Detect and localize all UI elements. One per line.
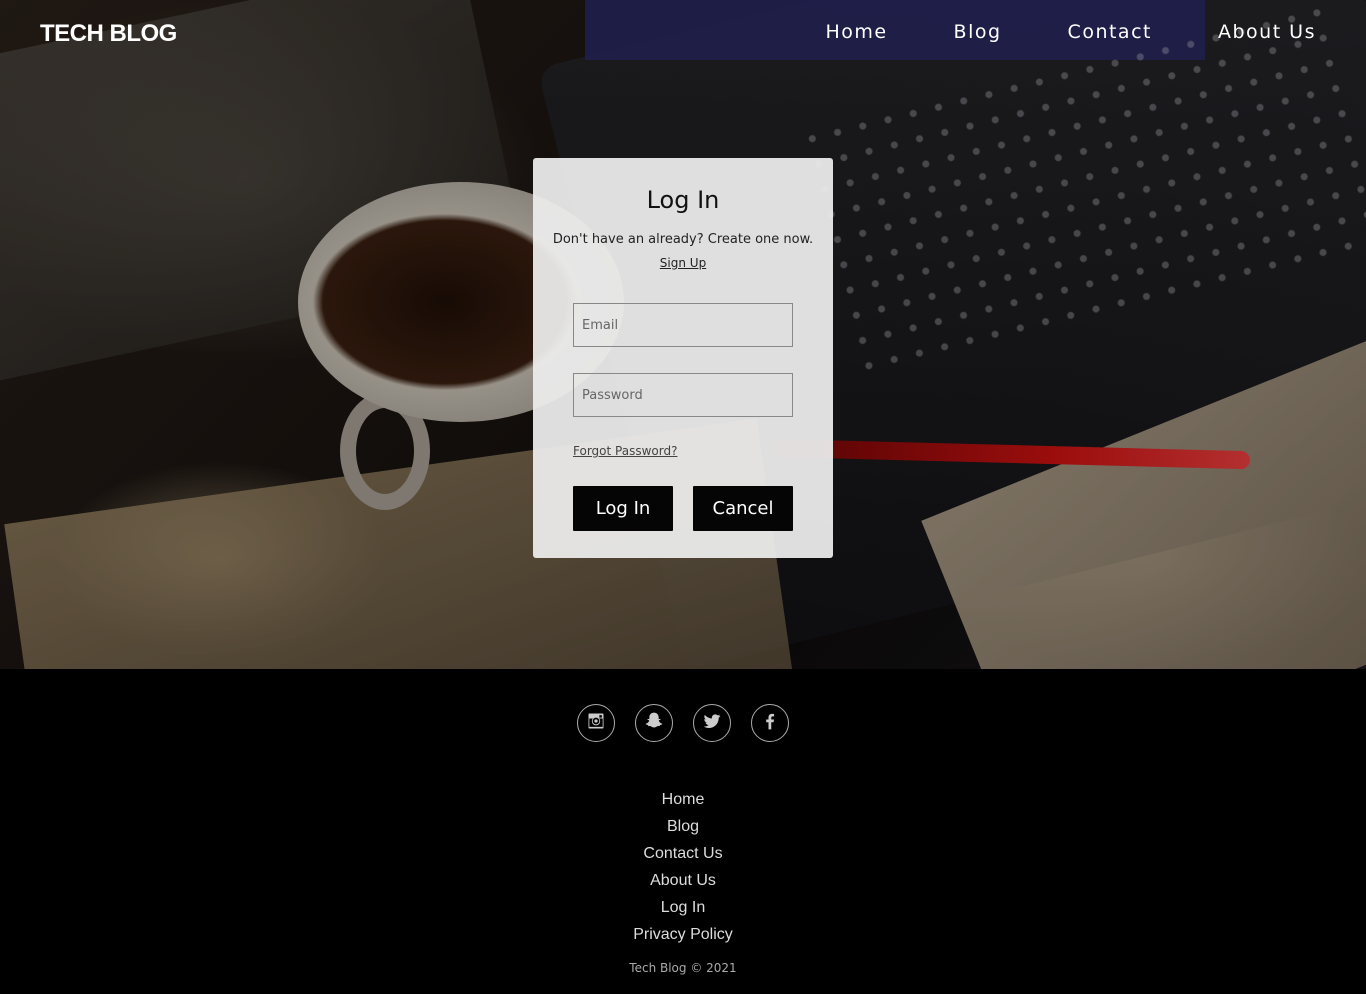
site-footer: Home Blog Contact Us About Us Log In Pri…: [0, 669, 1366, 994]
nav-about-us[interactable]: About Us: [1218, 20, 1316, 44]
cancel-button[interactable]: Cancel: [693, 486, 793, 531]
email-field[interactable]: [573, 303, 793, 347]
footer-link-privacy-policy[interactable]: Privacy Policy: [0, 921, 1366, 948]
footer-link-about-us[interactable]: About Us: [0, 867, 1366, 894]
login-card: Log In Don't have an already? Create one…: [533, 158, 833, 558]
facebook-button[interactable]: [751, 704, 789, 742]
site-logo[interactable]: TECH BLOG: [40, 20, 177, 48]
password-field[interactable]: [573, 373, 793, 417]
login-subtitle: Don't have an already? Create one now.: [552, 232, 814, 247]
login-title: Log In: [646, 186, 720, 214]
footer-link-log-in[interactable]: Log In: [0, 894, 1366, 921]
main-nav: Home Blog Contact About Us: [825, 20, 1366, 44]
footer-link-contact-us[interactable]: Contact Us: [0, 840, 1366, 867]
snapchat-icon: [644, 711, 664, 735]
footer-link-blog[interactable]: Blog: [0, 813, 1366, 840]
forgot-password-link[interactable]: Forgot Password?: [573, 444, 677, 458]
nav-home[interactable]: Home: [825, 20, 887, 44]
nav-blog[interactable]: Blog: [954, 20, 1002, 44]
social-links: [0, 704, 1366, 742]
snapchat-button[interactable]: [635, 704, 673, 742]
footer-links: Home Blog Contact Us About Us Log In Pri…: [0, 786, 1366, 948]
hero-background: TECH BLOG Home Blog Contact About Us Log…: [0, 0, 1366, 669]
footer-link-home[interactable]: Home: [0, 786, 1366, 813]
instagram-icon: [586, 711, 606, 735]
twitter-icon: [702, 711, 722, 735]
twitter-button[interactable]: [693, 704, 731, 742]
copyright-text: Tech Blog © 2021: [629, 961, 737, 975]
nav-contact[interactable]: Contact: [1068, 20, 1152, 44]
login-button[interactable]: Log In: [573, 486, 673, 531]
signup-link[interactable]: Sign Up: [533, 256, 833, 270]
facebook-icon: [760, 711, 780, 735]
instagram-button[interactable]: [577, 704, 615, 742]
